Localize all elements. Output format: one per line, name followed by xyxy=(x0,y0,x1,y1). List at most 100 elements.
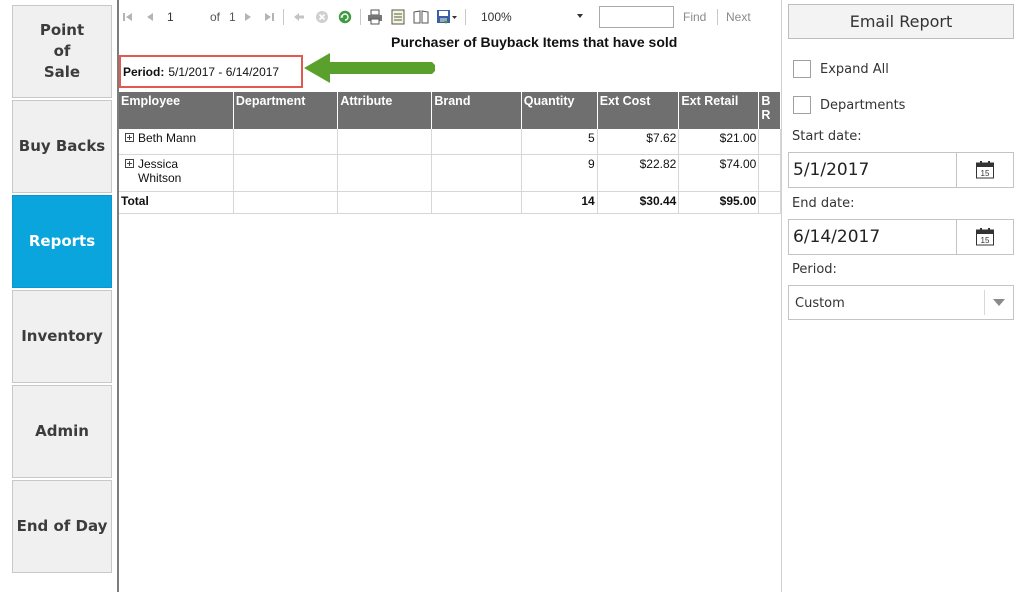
start-date-label: Start date: xyxy=(792,129,862,144)
report-viewer: of 1 xyxy=(119,0,781,592)
print-icon[interactable] xyxy=(366,5,384,29)
department-cell xyxy=(233,129,339,155)
nav-buy-backs[interactable]: Buy Backs xyxy=(12,100,112,193)
expand-row-icon[interactable] xyxy=(125,158,134,168)
nav-end-of-day[interactable]: End of Day xyxy=(12,480,112,573)
attribute-cell xyxy=(337,154,433,192)
page-setup-icon[interactable] xyxy=(412,5,430,29)
column-header-truncated[interactable]: B R xyxy=(758,92,781,129)
expand-all-label: Expand All xyxy=(820,61,889,77)
email-report-button[interactable]: Email Report xyxy=(788,4,1014,39)
period-highlight-box: Period: 5/1/2017 - 6/14/2017 xyxy=(119,55,303,88)
ext-cost-cell: $22.82 xyxy=(597,154,680,192)
expand-all-option[interactable]: Expand All xyxy=(793,60,889,78)
nav-reports[interactable]: Reports xyxy=(12,195,112,288)
start-date-value: 5/1/2017 xyxy=(793,160,870,180)
table-row: Beth Mann 5 $7.62 $21.00 xyxy=(119,129,781,155)
calendar-icon: 15 xyxy=(976,161,994,179)
start-date-field[interactable]: 5/1/2017 15 xyxy=(788,152,1014,188)
table-header-row: Employee Department Attribute Brand Quan… xyxy=(119,92,781,129)
total-label: Total xyxy=(119,191,234,214)
zoom-value: 100% xyxy=(481,10,512,24)
chevron-down-icon xyxy=(993,299,1005,306)
toolbar-separator xyxy=(360,9,361,25)
expand-all-checkbox[interactable] xyxy=(793,60,811,78)
find-link[interactable]: Find xyxy=(683,5,706,29)
quantity-cell: 9 xyxy=(521,154,598,192)
employee-cell: Beth Mann xyxy=(119,129,234,155)
first-page-icon[interactable] xyxy=(121,5,135,29)
brand-cell xyxy=(431,191,522,214)
refresh-icon[interactable] xyxy=(337,5,353,29)
toolbar-separator xyxy=(717,9,718,25)
brand-cell xyxy=(431,154,522,192)
period-label: Period: xyxy=(123,64,165,79)
nav-inventory[interactable]: Inventory xyxy=(12,290,112,383)
total-quantity: 14 xyxy=(521,191,598,214)
start-date-calendar-button[interactable]: 15 xyxy=(956,153,1013,187)
departments-label: Departments xyxy=(820,97,906,113)
period-value: 5/1/2017 - 6/14/2017 xyxy=(168,64,280,79)
total-row: Total 14 $30.44 $95.00 xyxy=(119,191,781,214)
departments-option[interactable]: Departments xyxy=(793,96,905,114)
page-total: 1 xyxy=(229,10,236,24)
zoom-select[interactable]: 100% xyxy=(475,7,587,27)
column-header-attribute[interactable]: Attribute xyxy=(337,92,433,129)
employee-name: Jessica Whitson xyxy=(138,156,182,185)
nav-point-of-sale[interactable]: Point of Sale xyxy=(12,5,112,98)
column-header-brand[interactable]: Brand xyxy=(431,92,522,129)
column-header-department[interactable]: Department xyxy=(233,92,339,129)
ext-retail-cell: $74.00 xyxy=(678,154,760,192)
find-text-input[interactable] xyxy=(599,6,674,28)
employee-name: Beth Mann xyxy=(138,131,197,145)
main-nav: Point of Sale Buy Backs Reports Inventor… xyxy=(0,0,119,592)
back-icon[interactable] xyxy=(291,5,307,29)
page-number-input[interactable] xyxy=(164,7,206,27)
report-toolbar: of 1 xyxy=(119,5,781,29)
period-select-label: Period: xyxy=(792,262,837,277)
toolbar-separator xyxy=(283,9,284,25)
quantity-cell: 5 xyxy=(521,129,598,155)
end-date-calendar-button[interactable]: 15 xyxy=(956,220,1013,254)
department-cell xyxy=(233,191,339,214)
chevron-down-icon xyxy=(577,14,583,18)
truncated-cell xyxy=(758,154,781,192)
previous-page-icon[interactable] xyxy=(143,5,157,29)
attribute-cell xyxy=(337,191,433,214)
end-date-value: 6/14/2017 xyxy=(793,227,881,247)
ext-retail-cell: $21.00 xyxy=(678,129,760,155)
calendar-day: 15 xyxy=(981,236,990,245)
calendar-icon: 15 xyxy=(976,228,994,246)
report-options-panel: Email Report Expand All Departments Star… xyxy=(781,0,1023,592)
next-link[interactable]: Next xyxy=(726,5,751,29)
nav-admin[interactable]: Admin xyxy=(12,385,112,478)
next-page-icon[interactable] xyxy=(241,5,255,29)
report-title: Purchaser of Buyback Items that have sol… xyxy=(391,34,678,50)
expand-row-icon[interactable] xyxy=(125,133,134,142)
attribute-cell xyxy=(337,129,433,155)
end-date-field[interactable]: 6/14/2017 15 xyxy=(788,219,1014,255)
department-cell xyxy=(233,154,339,192)
export-icon[interactable] xyxy=(435,5,459,29)
column-header-quantity[interactable]: Quantity xyxy=(521,92,598,129)
table-row: Jessica Whitson 9 $22.82 $74.00 xyxy=(119,154,781,192)
column-header-ext-cost[interactable]: Ext Cost xyxy=(597,92,680,129)
total-ext-cost: $30.44 xyxy=(597,191,680,214)
period-select[interactable]: Custom xyxy=(788,285,1014,320)
toolbar-separator xyxy=(465,9,466,25)
departments-checkbox[interactable] xyxy=(793,96,811,114)
dropdown-button[interactable] xyxy=(984,290,1013,315)
stop-icon[interactable] xyxy=(314,5,330,29)
page-of-label: of xyxy=(210,10,221,24)
end-date-label: End date: xyxy=(792,196,855,211)
calendar-day: 15 xyxy=(981,169,990,178)
truncated-cell xyxy=(758,129,781,155)
column-header-ext-retail[interactable]: Ext Retail xyxy=(678,92,760,129)
report-table: Employee Department Attribute Brand Quan… xyxy=(119,92,781,214)
ext-cost-cell: $7.62 xyxy=(597,129,680,155)
print-layout-icon[interactable] xyxy=(389,5,407,29)
last-page-icon[interactable] xyxy=(262,5,276,29)
column-header-employee[interactable]: Employee xyxy=(119,92,234,129)
brand-cell xyxy=(431,129,522,155)
period-select-value: Custom xyxy=(795,296,845,311)
